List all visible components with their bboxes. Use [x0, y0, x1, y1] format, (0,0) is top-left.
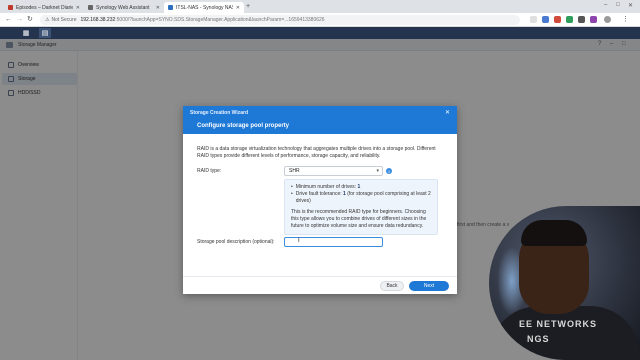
wizard-header: Storage Creation Wizard ✕ Configure stor…	[183, 106, 457, 134]
close-icon[interactable]: ✕	[445, 109, 450, 116]
min-drives-label: Minimum number of drives:	[295, 184, 357, 190]
person-body	[489, 306, 640, 360]
new-tab-button[interactable]: +	[246, 3, 250, 10]
synology-favicon-icon	[88, 5, 93, 10]
darknet-favicon-icon	[8, 5, 13, 10]
address-bar-row: ← → ↻ ⚠ Not Secure 192.168.38.232 :5000/…	[0, 13, 640, 27]
tab-synology-web-assistant[interactable]: Synology Web Assistant ✕	[84, 2, 164, 13]
bullet-icon: •	[291, 184, 293, 190]
raid-type-label: RAID type:	[197, 168, 222, 174]
shirt-text-line2: NGS	[527, 334, 550, 344]
raid-type-value: SHR	[289, 168, 300, 174]
fault-tolerance-row: • Drive fault tolerance: 1 (for storage …	[291, 191, 431, 205]
raid-recommendation-note: This is the recommended RAID type for be…	[291, 209, 427, 229]
not-secure-label: Not Secure	[51, 17, 77, 23]
url-bar[interactable]: ⚠ Not Secure 192.168.38.232 :5000/?launc…	[40, 15, 520, 25]
browser-tab-bar: Episodes – Darknet Diaries ✕ Synology We…	[0, 0, 640, 13]
forward-arrow-icon[interactable]: →	[16, 16, 23, 24]
extension-icon[interactable]	[554, 16, 561, 23]
close-window-icon[interactable]: ✕	[628, 2, 633, 9]
wizard-title: Storage Creation Wizard	[190, 110, 249, 116]
bullet-icon: •	[291, 191, 293, 197]
maximize-window-icon[interactable]: □	[616, 2, 620, 8]
close-tab-icon[interactable]: ✕	[236, 5, 240, 11]
url-path: :5000/?launchApp=SYNO.SDS.StorageManager…	[115, 17, 325, 23]
warning-icon: ⚠	[45, 17, 50, 23]
raid-info-box: • Minimum number of drives: 1 • Drive fa…	[284, 179, 438, 235]
min-drives-value: 1	[357, 184, 361, 190]
url-host: 192.168.38.232	[80, 17, 116, 23]
fault-tolerance-value: 1	[343, 191, 346, 197]
back-arrow-icon[interactable]: ←	[5, 16, 12, 24]
bookmark-star-icon[interactable]	[530, 16, 537, 23]
extension-icon[interactable]	[542, 16, 549, 23]
tab-darknet-diaries[interactable]: Episodes – Darknet Diaries ✕	[4, 2, 84, 13]
tab-label: ITSL-NAS - Synology NAS	[176, 4, 233, 11]
wizard-step-title: Configure storage pool property	[197, 123, 290, 129]
raid-type-select[interactable]: SHR ▾	[284, 166, 383, 176]
back-button[interactable]: Back	[380, 281, 404, 291]
profile-avatar-icon[interactable]	[604, 16, 611, 23]
person-hair	[521, 220, 587, 246]
dsm-taskbar: ▦ ▤	[0, 27, 640, 39]
min-drives-row: • Minimum number of drives: 1	[291, 184, 431, 191]
extension-icon[interactable]	[578, 16, 585, 23]
storage-creation-wizard: Storage Creation Wizard ✕ Configure stor…	[183, 106, 457, 294]
info-icon[interactable]: i	[386, 168, 392, 174]
minimize-window-icon[interactable]: –	[604, 2, 607, 8]
chevron-down-icon: ▾	[376, 168, 379, 174]
pool-description-label: Storage pool description (optional):	[197, 239, 275, 245]
synology-favicon-icon	[168, 5, 173, 10]
kebab-menu-icon[interactable]: ⋮	[622, 16, 629, 24]
reload-icon[interactable]: ↻	[27, 16, 33, 24]
tab-itsl-nas[interactable]: ITSL-NAS - Synology NAS ✕	[164, 2, 244, 13]
text-cursor-icon: I	[298, 238, 300, 244]
extension-icon[interactable]	[590, 16, 597, 23]
next-button[interactable]: Next	[409, 281, 449, 291]
fault-tolerance-label: Drive fault tolerance:	[295, 191, 342, 197]
main-menu-grid-icon[interactable]: ▦	[20, 28, 32, 38]
tab-label: Synology Web Assistant	[96, 4, 150, 11]
storage-manager-taskbar-icon[interactable]: ▤	[39, 28, 51, 38]
raid-description: RAID is a data storage virtualization te…	[197, 146, 436, 159]
wizard-footer: Back Next	[183, 276, 457, 294]
shirt-text-line1: EE NETWORKS	[519, 319, 598, 329]
tab-label: Episodes – Darknet Diaries	[16, 4, 73, 11]
extension-icon[interactable]	[566, 16, 573, 23]
close-tab-icon[interactable]: ✕	[76, 5, 80, 11]
close-tab-icon[interactable]: ✕	[156, 5, 160, 11]
webcam-overlay: EE NETWORKS NGS	[489, 206, 640, 360]
